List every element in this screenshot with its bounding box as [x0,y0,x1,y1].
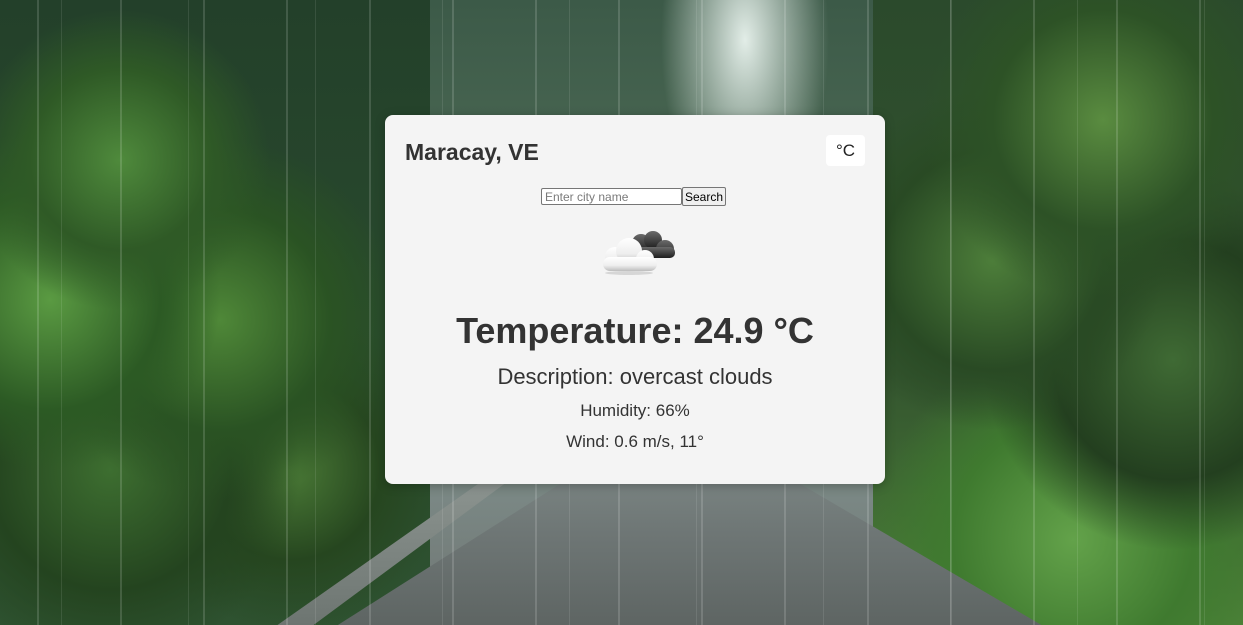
overcast-clouds-icon [603,231,675,275]
search-form: Search [541,187,727,206]
weather-card: Maracay, VE °C Search [385,115,885,484]
unit-toggle-button[interactable]: °C [826,135,865,166]
humidity-reading: Humidity: 66% [580,401,690,420]
search-button[interactable]: Search [682,187,727,206]
temperature-reading: Temperature: 24.9 °C [456,310,814,351]
weather-description: Description: overcast clouds [497,364,773,389]
city-name: Maracay, VE [405,139,539,165]
wind-reading: Wind: 0.6 m/s, 11° [566,432,704,451]
city-search-input[interactable] [541,188,682,205]
